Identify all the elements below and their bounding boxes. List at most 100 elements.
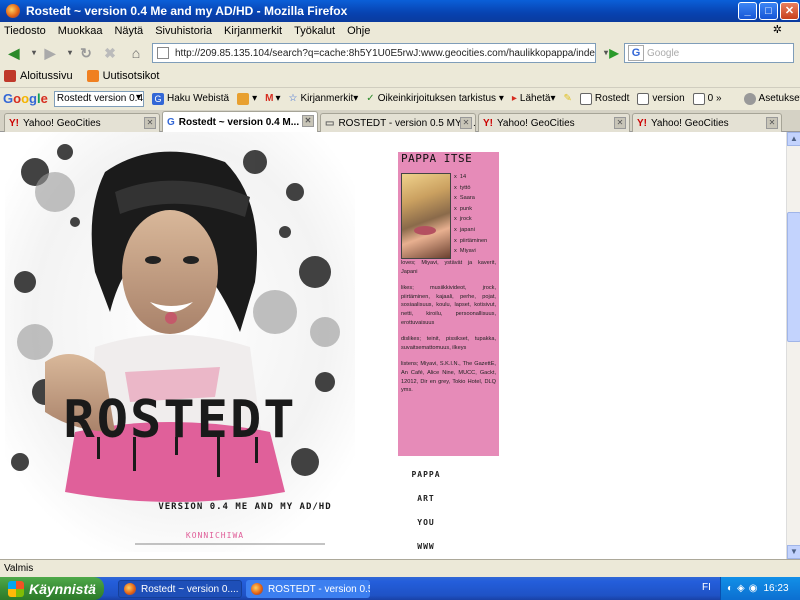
page-icon <box>157 47 169 59</box>
status-bar: Valmis <box>0 559 800 577</box>
find-icon <box>579 92 592 105</box>
google-query-select[interactable]: Rostedt version 0.4 <box>53 90 145 107</box>
highlight-button[interactable]: ✎ <box>564 93 572 104</box>
tab-rostedt-05[interactable]: ▭ ROSTEDT - version 0.5 MYV... ✕ <box>320 113 476 132</box>
home-icon[interactable]: ⌂ <box>126 43 146 63</box>
bookmark-uutisotsikot[interactable]: Uutisotsikot <box>86 70 160 82</box>
search-placeholder: Google <box>647 47 680 59</box>
scroll-down-icon[interactable]: ▼ <box>787 545 800 559</box>
tab-rostedt-active[interactable]: G Rostedt ~ version 0.4 M... ✕ <box>162 111 318 132</box>
profile-header: PAPPA ITSE <box>401 152 473 165</box>
gmail-button[interactable]: M ▾ <box>265 93 280 104</box>
firefox-icon <box>251 583 263 595</box>
taskbar-item-rostedt-05[interactable]: ROSTEDT - version 0.5 MYV... <box>246 580 370 598</box>
bookmark-label: Uutisotsikot <box>102 70 160 82</box>
go-icon[interactable]: ▶ <box>604 43 624 63</box>
menu-view[interactable]: Näytä <box>114 25 143 37</box>
search-term-zero[interactable]: 0 » <box>692 92 722 105</box>
puzzle-button[interactable]: ▾ <box>237 92 257 105</box>
vertical-scrollbar[interactable]: ▲ ▼ <box>786 132 800 559</box>
search-engine-icon[interactable]: G <box>628 45 644 61</box>
highlighter-icon: ✎ <box>563 93 572 104</box>
search-term-version[interactable]: version <box>637 92 685 105</box>
back-icon[interactable]: ◀ <box>4 43 24 63</box>
nav-link-art[interactable]: ART <box>406 494 446 518</box>
tab-yahoo-geocities-1[interactable]: Y! Yahoo! GeoCities ✕ <box>4 113 160 132</box>
system-tray: ◐ ◈ ◉ 16:23 <box>720 577 800 600</box>
language-indicator[interactable]: FI <box>702 582 711 593</box>
menu-help[interactable]: Ohje <box>347 25 370 37</box>
minimize-button[interactable]: _ <box>738 2 757 20</box>
yahoo-icon: Y! <box>9 117 19 129</box>
start-button[interactable]: Käynnistä <box>0 577 104 600</box>
google-toolbar: Google Rostedt version 0.4 GHaku Webistä… <box>0 87 800 109</box>
security-icon[interactable]: ◉ <box>749 583 758 594</box>
bookmarks-toolbar: Aloitussivu Uutisotsikot <box>0 66 800 86</box>
yahoo-icon: Y! <box>637 117 647 129</box>
clock[interactable]: 16:23 <box>763 583 788 594</box>
tab-yahoo-geocities-2[interactable]: Y! Yahoo! GeoCities ✕ <box>478 113 630 132</box>
settings-icon <box>743 92 756 105</box>
settings-button[interactable]: Asetukset▾ <box>743 92 800 105</box>
yahoo-icon: Y! <box>483 117 493 129</box>
google-logo[interactable]: Google <box>3 91 48 106</box>
tab-close-icon[interactable]: ✕ <box>614 117 626 129</box>
profile-info-box: PAPPA ITSE x 14 x tyttö x Saara x punk x… <box>398 152 499 456</box>
url-text: http://209.85.135.104/search?q=cache:8h5… <box>175 47 595 59</box>
taskbar-item-rostedt-04[interactable]: Rostedt ~ version 0.... <box>118 580 242 598</box>
tab-close-icon[interactable]: ✕ <box>766 117 778 129</box>
profile-loves: loves; Miyavi, ystävät ja kaverit, Japan… <box>401 260 496 275</box>
web-search-button[interactable]: G Haku Webistä <box>152 92 229 105</box>
nav-link-you[interactable]: YOU <box>406 518 446 542</box>
tab-close-icon[interactable]: ✕ <box>302 115 314 127</box>
bookmark-icon <box>4 70 16 82</box>
bookmark-label: Aloitussivu <box>20 70 73 82</box>
profile-photo <box>401 173 451 259</box>
find-icon <box>637 92 650 105</box>
page-icon: ▭ <box>325 117 335 129</box>
send-button[interactable]: ▸ Lähetä ▾ <box>512 93 556 104</box>
menu-bookmarks[interactable]: Kirjanmerkit <box>224 25 282 37</box>
scroll-up-icon[interactable]: ▲ <box>787 132 800 146</box>
tab-yahoo-geocities-3[interactable]: Y! Yahoo! GeoCities ✕ <box>632 113 782 132</box>
status-text: Valmis <box>4 563 34 574</box>
menu-tools[interactable]: Työkalut <box>294 25 335 37</box>
close-button[interactable]: ✕ <box>780 2 799 20</box>
activity-gear-icon: ✲ <box>772 24 782 36</box>
maximize-button[interactable]: □ <box>759 2 778 20</box>
scroll-thumb[interactable] <box>787 212 800 342</box>
firefox-icon <box>124 583 136 595</box>
network-icon[interactable]: ◈ <box>737 583 745 594</box>
nav-link-www[interactable]: WWW <box>406 542 446 559</box>
gmail-icon: M <box>265 93 274 104</box>
profile-likes: likes; musiikkivideot, jrock, piirtämine… <box>401 285 496 326</box>
nav-link-pappa[interactable]: PAPPA <box>406 470 446 494</box>
spellcheck-button[interactable]: ✓ Oikeinkirjoituksen tarkistus ▾ <box>366 93 504 104</box>
find-icon <box>692 92 705 105</box>
search-box[interactable]: G Google <box>624 43 794 63</box>
tab-close-icon[interactable]: ✕ <box>460 117 472 129</box>
send-icon: ▸ <box>511 93 517 104</box>
search-term-rostedt[interactable]: Rostedt <box>579 92 629 105</box>
menu-file[interactable]: Tiedosto <box>4 25 46 37</box>
menu-history[interactable]: Sivuhistoria <box>155 25 212 37</box>
volume-icon[interactable]: ◐ <box>727 583 733 594</box>
page-content: ROSTEDT VERSION 0.4 ME AND MY AD/HD KONN… <box>0 132 786 559</box>
star-icon: ☆ <box>288 93 298 104</box>
menu-bar: Tiedosto Muokkaa Näytä Sivuhistoria Kirj… <box>0 22 800 40</box>
forward-icon[interactable]: ▶ <box>40 43 60 63</box>
bookmark-aloitussivu[interactable]: Aloitussivu <box>4 70 73 82</box>
site-nav-links: PAPPA ART YOU WWW <box>406 470 446 559</box>
profile-dislikes: dislikes; teinit, pissikset, tupakka, su… <box>401 336 496 351</box>
reload-icon[interactable]: ↻ <box>76 43 96 63</box>
tab-close-icon[interactable]: ✕ <box>144 117 156 129</box>
navigation-toolbar: ◀ ▾ ▶ ▾ ↻ ✖ ⌂ http://209.85.135.104/sear… <box>0 40 800 66</box>
banner-subtitle: VERSION 0.4 ME AND MY AD/HD <box>158 502 331 512</box>
rss-icon <box>86 70 99 82</box>
url-bar[interactable]: http://209.85.135.104/search?q=cache:8h5… <box>152 43 596 63</box>
stop-icon[interactable]: ✖ <box>100 43 120 63</box>
windows-flag-icon <box>8 580 24 597</box>
menu-edit[interactable]: Muokkaa <box>58 25 103 37</box>
window-titlebar[interactable]: Rostedt ~ version 0.4 Me and my AD/HD - … <box>0 0 800 22</box>
bookmarks-button[interactable]: ☆ Kirjanmerkit ▾ <box>289 93 359 104</box>
